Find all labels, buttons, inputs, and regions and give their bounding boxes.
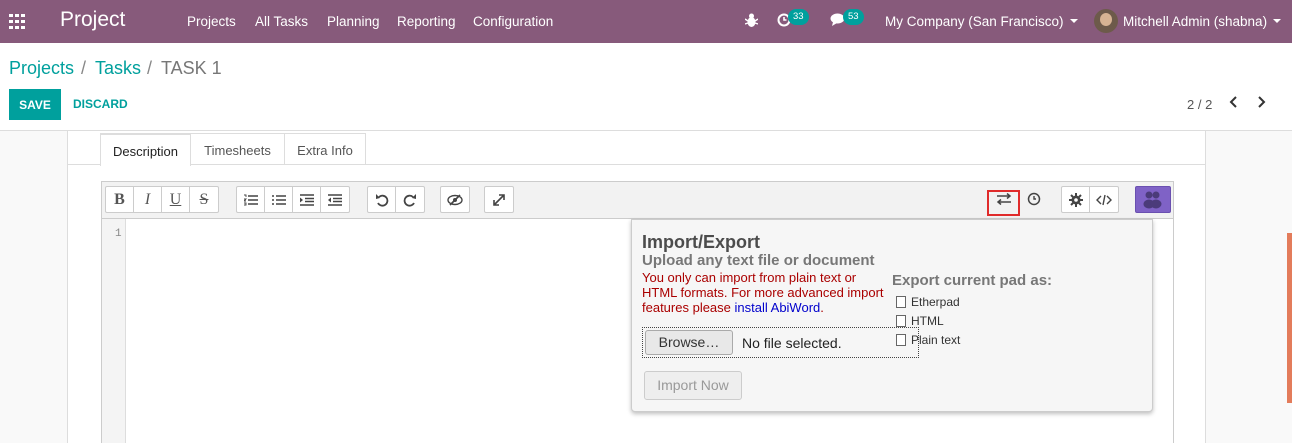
tab-timesheets[interactable]: Timesheets [190, 133, 285, 165]
unordered-list-icon[interactable] [265, 187, 293, 212]
breadcrumb-tasks[interactable]: Tasks [95, 58, 141, 79]
gear-icon[interactable] [1062, 187, 1090, 212]
popup-title: Import/Export [642, 232, 761, 252]
app-title: Project [60, 8, 126, 31]
export-etherpad[interactable]: Etherpad [896, 295, 960, 309]
install-abiword-link[interactable]: install AbiWord [735, 300, 821, 315]
visibility-group [440, 186, 470, 213]
breadcrumb-projects[interactable]: Projects [9, 58, 74, 79]
activity-count-badge: 33 [788, 9, 809, 25]
export-etherpad-label: Etherpad [911, 295, 960, 309]
apps-grid-icon[interactable] [9, 14, 27, 29]
avatar[interactable] [1094, 9, 1118, 33]
outdent-icon[interactable] [321, 187, 349, 212]
file-input[interactable]: Browse… No file selected. [642, 327, 919, 358]
pager-value[interactable]: 2 / 2 [1187, 97, 1212, 112]
timeslider-clock-icon[interactable] [1020, 186, 1048, 211]
import-now-button[interactable]: Import Now [644, 371, 742, 400]
menu-reporting[interactable]: Reporting [397, 14, 456, 29]
italic-button[interactable]: I [134, 187, 162, 212]
chevron-down-icon [1273, 19, 1282, 24]
warning-suffix: . [820, 300, 824, 315]
undo-icon[interactable] [368, 187, 396, 212]
menu-all-tasks[interactable]: All Tasks [255, 14, 308, 29]
breadcrumb-separator: / [147, 58, 153, 78]
chevron-down-icon [1069, 19, 1078, 24]
fullscreen-group [484, 186, 514, 213]
menu-configuration[interactable]: Configuration [473, 14, 553, 29]
underline-button[interactable]: U [162, 187, 190, 212]
breadcrumb-current: TASK 1 [161, 58, 222, 78]
menu-planning[interactable]: Planning [327, 14, 380, 29]
expand-icon[interactable] [485, 187, 513, 212]
company-switcher[interactable]: My Company (San Francisco) [885, 14, 1078, 29]
export-html-label: HTML [911, 314, 944, 328]
scrollbar-thumb[interactable] [1287, 233, 1292, 403]
embed-code-icon[interactable] [1090, 187, 1118, 212]
ordered-list-icon[interactable] [237, 187, 265, 212]
tab-description[interactable]: Description [100, 133, 191, 166]
browse-button[interactable]: Browse… [645, 330, 733, 355]
export-html[interactable]: HTML [896, 314, 944, 328]
users-icon[interactable] [1135, 186, 1171, 213]
company-name: My Company (San Francisco) [885, 14, 1064, 29]
bug-icon[interactable] [745, 13, 758, 28]
top-navbar: Project Projects All Tasks Planning Repo… [0, 0, 1292, 43]
indent-icon[interactable] [293, 187, 321, 212]
bold-button[interactable]: B [106, 187, 134, 212]
history-group [367, 186, 425, 213]
chevron-left-icon[interactable] [1227, 95, 1241, 109]
file-status: No file selected. [742, 335, 842, 351]
message-count-badge: 53 [843, 9, 864, 25]
export-title: Export current pad as: [892, 272, 1053, 289]
eye-slash-icon[interactable] [441, 187, 469, 212]
import-export-highlight [987, 190, 1020, 216]
editor-toolbar: B I U S [102, 182, 1173, 219]
settings-group [1061, 186, 1119, 213]
strikethrough-button[interactable]: S [190, 187, 218, 212]
user-name: Mitchell Admin (shabna) [1123, 14, 1268, 29]
chevron-right-icon[interactable] [1254, 95, 1268, 109]
line-number: 1 [115, 228, 122, 240]
line-gutter [102, 219, 126, 443]
format-group: B I U S [105, 186, 219, 213]
tab-extra-info[interactable]: Extra Info [284, 133, 366, 165]
list-group [236, 186, 350, 213]
user-menu[interactable]: Mitchell Admin (shabna) [1123, 14, 1282, 29]
popup-subtitle: Upload any text file or document [642, 252, 875, 269]
import-warning: You only can import from plain text or H… [642, 270, 892, 315]
file-icon [896, 315, 906, 327]
import-export-popup: Import/Export Upload any text file or do… [631, 219, 1153, 412]
discard-button[interactable]: DISCARD [73, 97, 128, 111]
save-button[interactable]: SAVE [9, 89, 61, 120]
control-panel: Projects / Tasks / TASK 1 SAVE DISCARD 2… [0, 43, 1292, 131]
menu-projects[interactable]: Projects [187, 14, 236, 29]
breadcrumb-separator: / [81, 58, 87, 78]
file-icon [896, 296, 906, 308]
redo-icon[interactable] [396, 187, 424, 212]
